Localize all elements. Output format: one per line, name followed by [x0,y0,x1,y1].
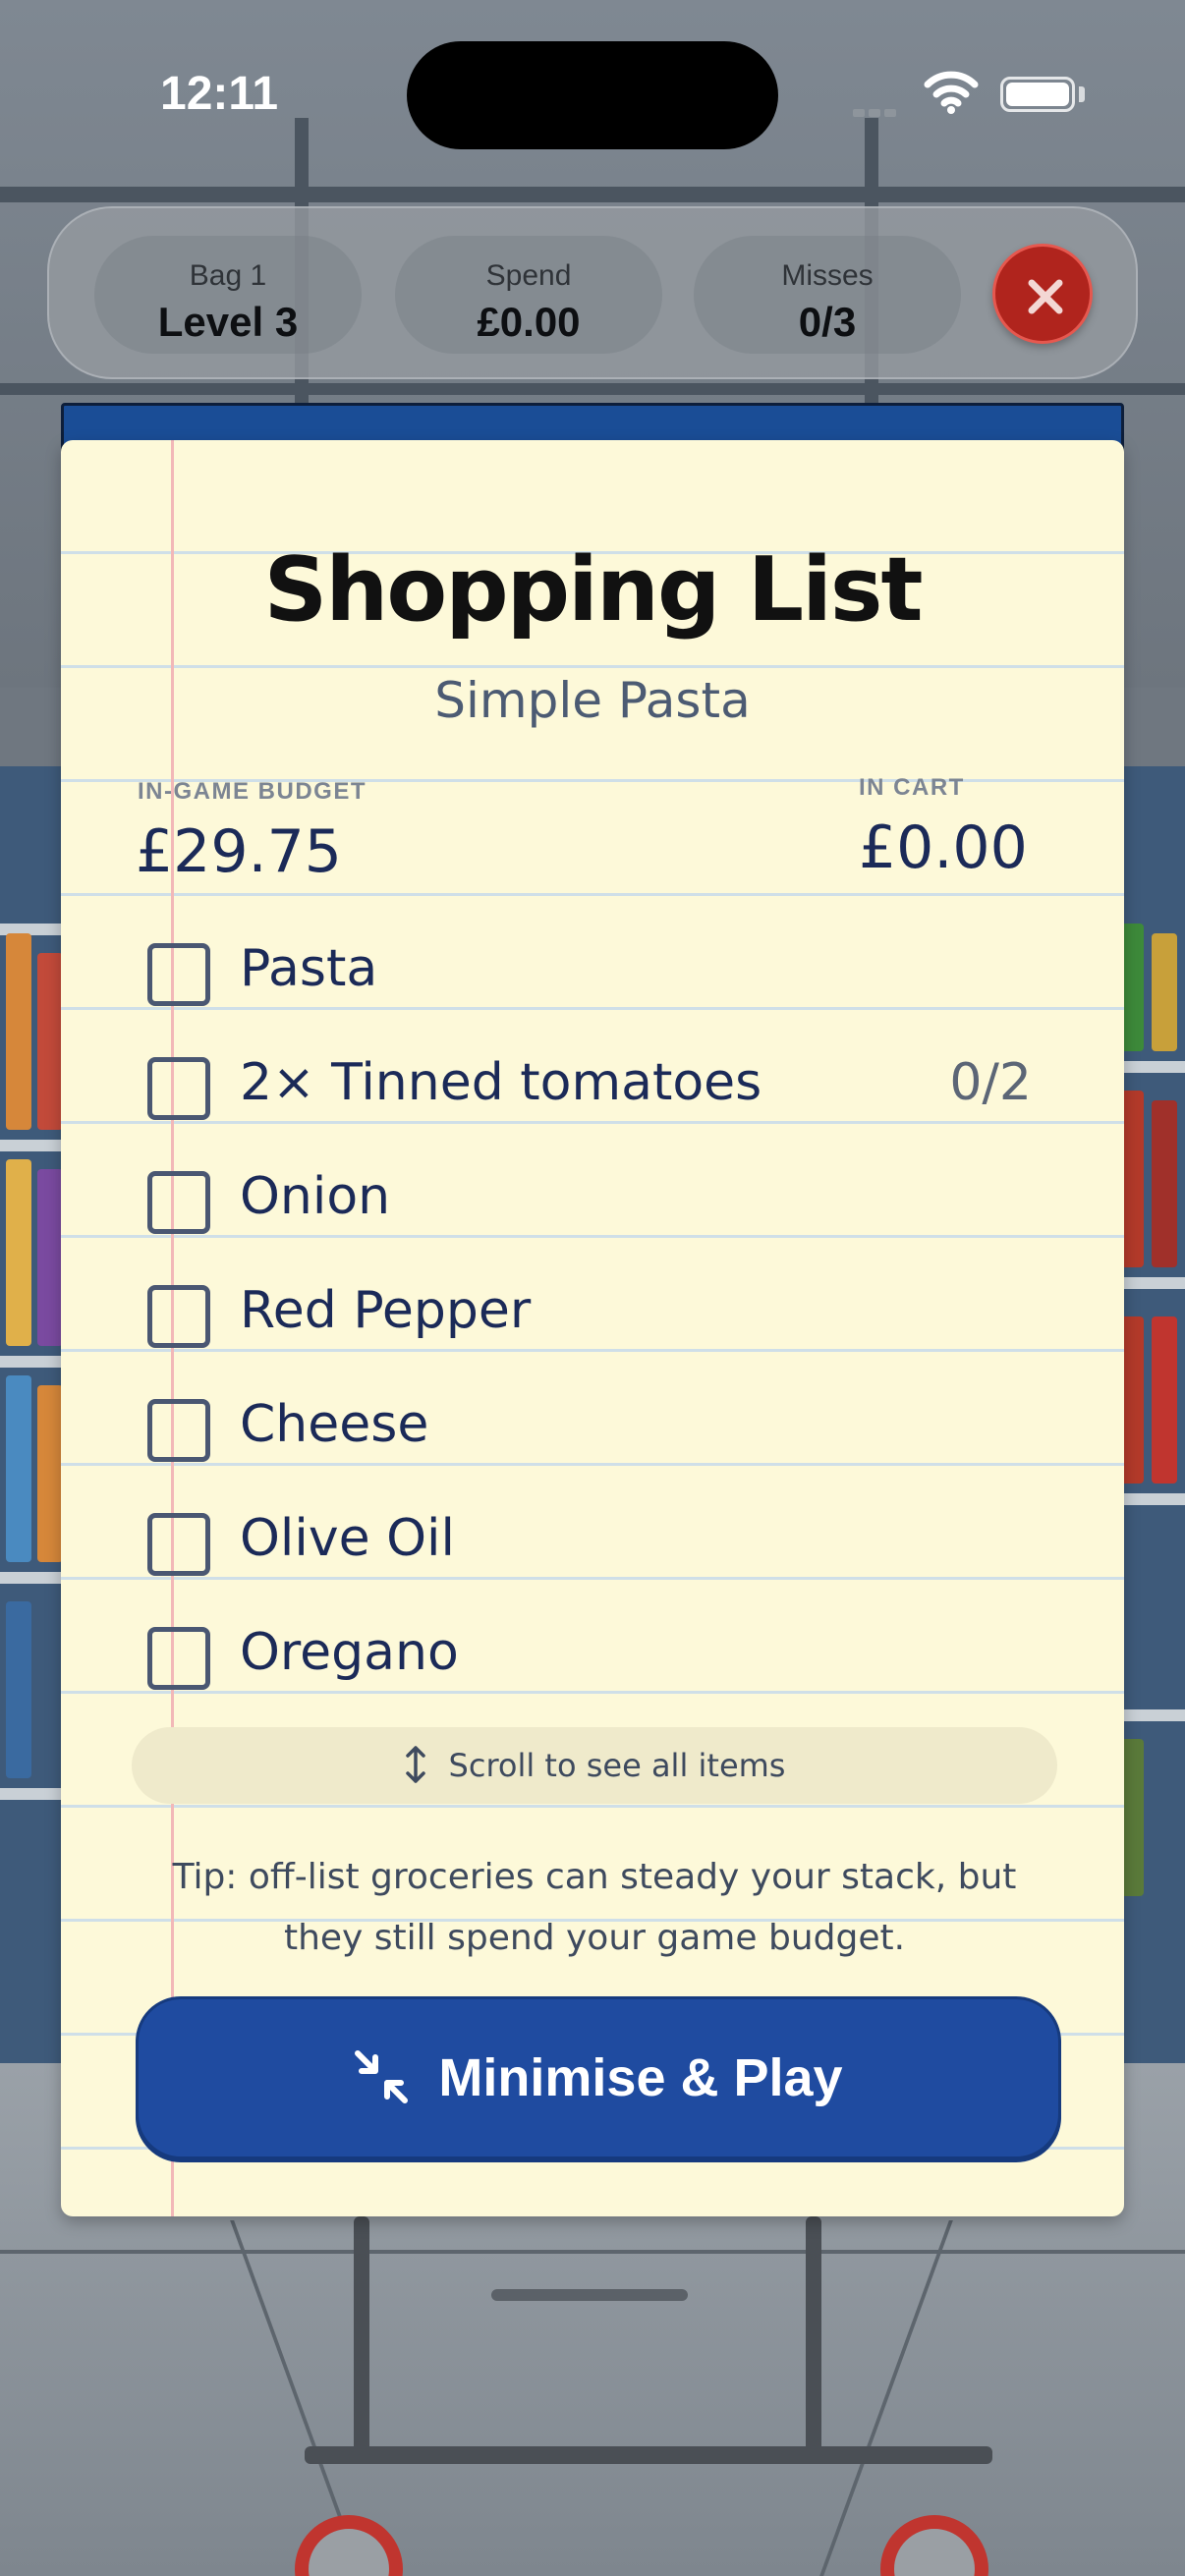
item-checkbox[interactable] [147,1627,210,1690]
minimise-and-play-button[interactable]: Minimise & Play [136,1996,1061,2159]
item-label: Olive Oil [240,1509,455,1568]
item-checkbox[interactable] [147,1399,210,1462]
item-label: Oregano [240,1623,459,1682]
item-label: 2× Tinned tomatoes [240,1053,762,1112]
list-item[interactable]: Red Pepper [147,1271,1032,1360]
list-item[interactable]: 2× Tinned tomatoes 0/2 [147,1043,1032,1132]
item-checkbox[interactable] [147,1057,210,1120]
list-item[interactable]: Pasta [147,929,1032,1018]
item-checkbox[interactable] [147,1285,210,1348]
cart-label: IN CART [859,774,965,801]
status-time: 12:11 [160,68,279,120]
bag-label: Bag 1 [189,259,267,292]
item-count: 0/2 [949,1053,1032,1112]
budget-label: IN-GAME BUDGET [138,778,367,805]
cart-value: £0.00 [859,813,1028,882]
misses-label: Misses [781,259,874,292]
game-hud: Bag 1 Level 3 Spend £0.00 Misses 0/3 [47,206,1138,379]
floor-tile-line [0,2250,1185,2254]
up-down-arrow-icon [405,1746,425,1783]
item-label: Red Pepper [240,1281,532,1340]
recipe-name: Simple Pasta [434,672,751,729]
cart-frame [491,2289,688,2301]
cart-frame [354,2216,369,2452]
list-item[interactable]: Onion [147,1157,1032,1246]
scroll-hint-text: Scroll to see all items [448,1747,786,1784]
play-button-label: Minimise & Play [438,2048,843,2107]
cellular-signal-icon [853,102,906,117]
close-icon [1028,279,1063,314]
item-label: Cheese [240,1395,429,1454]
spend-value: £0.00 [477,299,581,345]
level-value: Level 3 [157,299,299,345]
item-checkbox[interactable] [147,1171,210,1234]
shopping-list-panel: Shopping List Simple Pasta IN-GAME BUDGE… [61,440,1124,2216]
dynamic-island [407,41,778,149]
list-title: Shopping List [263,538,923,642]
scroll-hint: Scroll to see all items [132,1727,1057,1804]
ceiling-truss [0,187,1185,202]
spend-pill: Spend £0.00 [395,236,662,354]
battery-cap [1079,86,1085,102]
misses-value: 0/3 [798,299,857,345]
budget-value: £29.75 [136,817,342,886]
battery-icon [1000,77,1075,112]
list-item[interactable]: Olive Oil [147,1499,1032,1588]
cart-frame [305,2446,992,2464]
item-label: Onion [240,1167,391,1226]
tip-text: Tip: off-list groceries can steady your … [172,1857,1017,1958]
ceiling-truss [0,383,1185,395]
spend-label: Spend [485,259,572,292]
shopping-items-list[interactable]: Pasta 2× Tinned tomatoes 0/2 Onion Red P… [61,929,1124,1698]
item-checkbox[interactable] [147,1513,210,1576]
list-item[interactable]: Cheese [147,1385,1032,1474]
item-label: Pasta [240,939,378,998]
wifi-icon [924,71,979,114]
misses-pill: Misses 0/3 [694,236,961,354]
list-item[interactable]: Oregano [147,1613,1032,1698]
minimise-icon [355,2049,409,2103]
cart-frame [806,2216,821,2452]
item-checkbox[interactable] [147,943,210,1006]
close-button[interactable] [992,244,1093,344]
bag-level-pill: Bag 1 Level 3 [94,236,362,354]
